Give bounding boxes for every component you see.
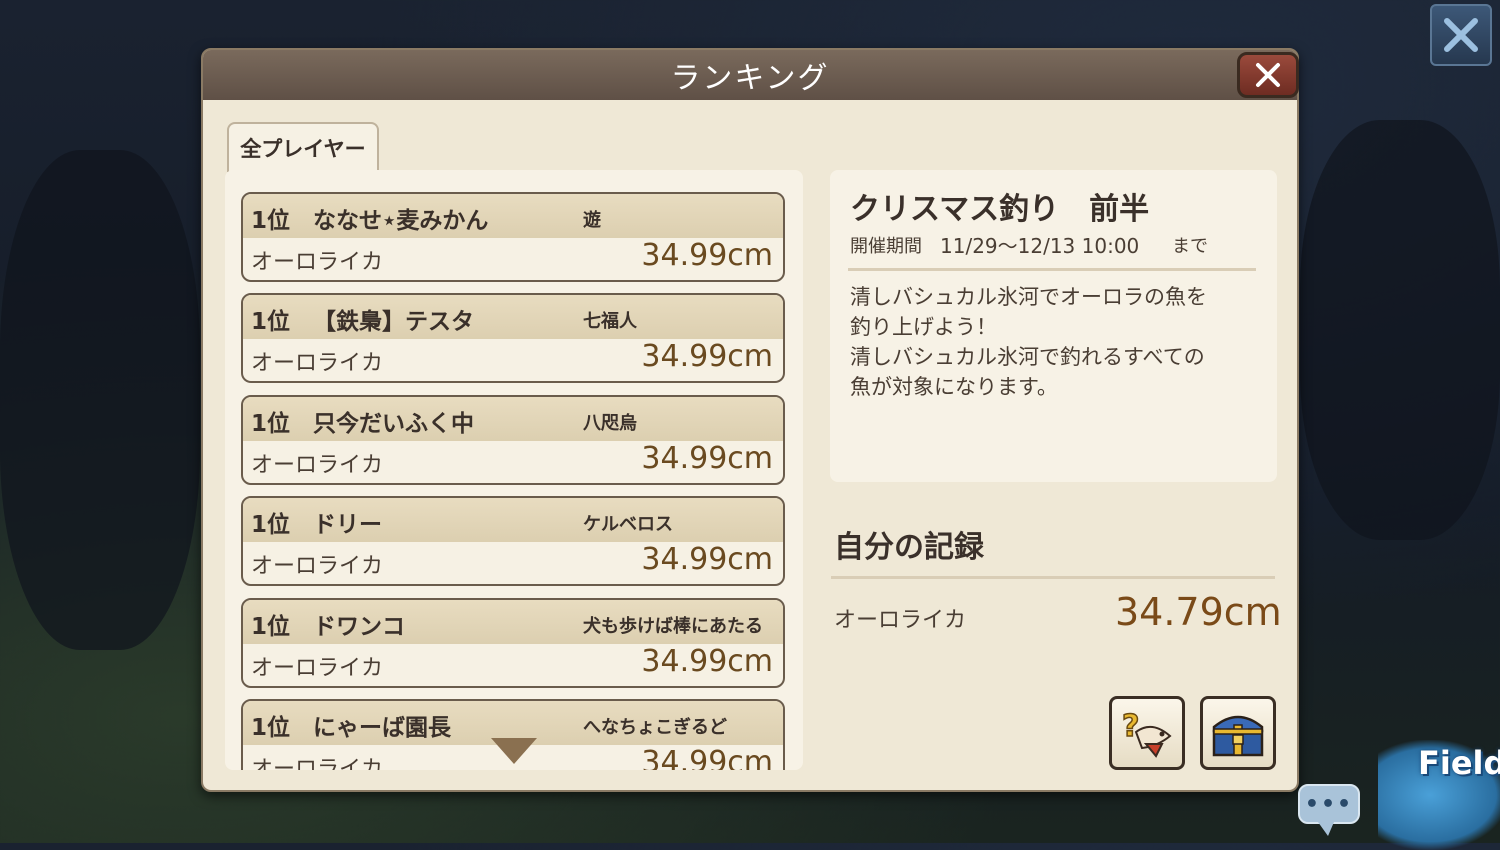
my-record-size: 34.79cm bbox=[1115, 590, 1282, 634]
rank-label: 1位 bbox=[251, 309, 291, 335]
period-until: まで bbox=[1172, 236, 1208, 257]
ranking-row[interactable]: 1位 只今だいふく中 八咫烏 オーロライカ 34.99cm bbox=[241, 395, 785, 485]
tab-all-players[interactable]: 全プレイヤー bbox=[227, 122, 379, 172]
reward-chest-button[interactable] bbox=[1200, 696, 1276, 770]
fish-name: オーロライカ bbox=[251, 453, 384, 478]
player-name: ななせ⋆麦みかん bbox=[313, 208, 489, 234]
fish-size: 34.99cm bbox=[641, 542, 773, 577]
ranking-row[interactable]: 1位 【鉄梟】テスタ 七福人 オーロライカ 34.99cm bbox=[241, 293, 785, 383]
divider bbox=[831, 576, 1275, 579]
svg-text:?: ? bbox=[1122, 709, 1139, 744]
fish-name: オーロライカ bbox=[251, 656, 384, 681]
field-label[interactable]: Field bbox=[1418, 744, 1500, 782]
fish-size: 34.99cm bbox=[641, 339, 773, 374]
rank-label: 1位 bbox=[251, 614, 291, 640]
team-name: ケルベロス bbox=[583, 514, 673, 535]
corner-close-button[interactable] bbox=[1430, 4, 1492, 66]
fish-size: 34.99cm bbox=[641, 441, 773, 476]
dialog-close-button[interactable] bbox=[1237, 52, 1299, 98]
player-name: 【鉄梟】テスタ bbox=[313, 309, 474, 335]
fish-name: オーロライカ bbox=[251, 757, 384, 770]
my-record-fish: オーロライカ bbox=[834, 608, 967, 633]
player-name: ドリー bbox=[313, 512, 382, 538]
team-name: 八咫烏 bbox=[583, 413, 637, 434]
period-label: 開催期間 bbox=[850, 236, 922, 257]
team-name: 遊 bbox=[583, 210, 601, 231]
ranking-row[interactable]: 1位 ななせ⋆麦みかん 遊 オーロライカ 34.99cm bbox=[241, 192, 785, 282]
ranking-row[interactable]: 1位 ドワンコ 犬も歩けば棒にあたる オーロライカ 34.99cm bbox=[241, 598, 785, 688]
ranking-dialog: ランキング 全プレイヤー 1位 ななせ⋆麦みかん 遊 オーロライカ 34.99c… bbox=[201, 48, 1299, 792]
player-name: にゃーば園長 bbox=[313, 715, 451, 741]
player-name: 只今だいふく中 bbox=[313, 411, 474, 437]
ranking-list[interactable]: 1位 ななせ⋆麦みかん 遊 オーロライカ 34.99cm 1位 【鉄梟】テスタ … bbox=[225, 170, 803, 770]
team-name: へなちょこぎるど bbox=[583, 717, 727, 738]
event-title: クリスマス釣り 前半 bbox=[850, 192, 1150, 227]
rank-label: 1位 bbox=[251, 208, 291, 234]
close-icon bbox=[1256, 63, 1280, 87]
team-name: 七福人 bbox=[583, 311, 637, 332]
fish-help-icon: ? bbox=[1121, 708, 1172, 758]
fish-name: オーロライカ bbox=[251, 250, 384, 275]
event-info-panel: クリスマス釣り 前半 開催期間 11/29〜12/13 10:00 まで 清しバ… bbox=[830, 170, 1277, 482]
background-shape bbox=[0, 150, 200, 650]
fish-help-button[interactable]: ? bbox=[1109, 696, 1185, 770]
scroll-down-arrow-icon[interactable] bbox=[491, 738, 537, 764]
fish-size: 34.99cm bbox=[641, 644, 773, 679]
dialog-title: ランキング bbox=[203, 50, 1297, 100]
rank-label: 1位 bbox=[251, 715, 291, 741]
period-value: 11/29〜12/13 10:00 bbox=[940, 234, 1140, 258]
corner-close-icon bbox=[1444, 18, 1478, 52]
divider bbox=[848, 268, 1256, 271]
fish-name: オーロライカ bbox=[251, 554, 384, 579]
fish-name: オーロライカ bbox=[251, 351, 384, 376]
chat-icon bbox=[1318, 822, 1334, 836]
player-name: ドワンコ bbox=[313, 614, 405, 640]
fish-size: 34.99cm bbox=[641, 238, 773, 273]
rank-label: 1位 bbox=[251, 411, 291, 437]
rank-label: 1位 bbox=[251, 512, 291, 538]
chat-button[interactable]: ••• bbox=[1298, 784, 1360, 824]
fish-size: 34.99cm bbox=[641, 745, 773, 770]
ranking-row[interactable]: 1位 ドリー ケルベロス オーロライカ 34.99cm bbox=[241, 496, 785, 586]
background-shape bbox=[1300, 120, 1500, 540]
treasure-chest-icon bbox=[1212, 715, 1264, 757]
event-description: 清しバシュカル氷河でオーロラの魚を 釣り上げよう！ 清しバシュカル氷河で釣れるす… bbox=[850, 285, 1207, 399]
team-name: 犬も歩けば棒にあたる bbox=[583, 616, 763, 637]
my-record-title: 自分の記録 bbox=[834, 530, 984, 565]
